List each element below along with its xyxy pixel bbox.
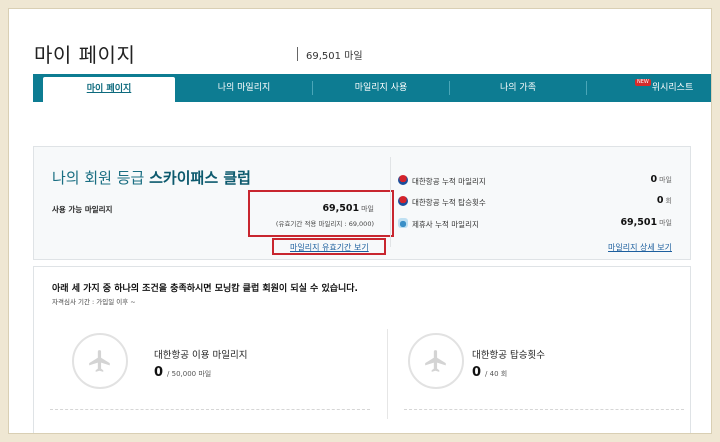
tab-label: 마이 페이지: [86, 84, 132, 94]
condition-progress-ring: [408, 333, 464, 389]
condition-value-mileage: 0/ 50,000 마일: [154, 365, 211, 380]
title-separator: [297, 47, 298, 61]
summary-row-kal-flights: 대한항공 누적 탑승횟수: [398, 196, 486, 208]
grade-title: 나의 회원 등급 스카이패스 클럽: [52, 167, 251, 188]
available-mileage-box: 69,501 마일 (유효기간 적용 마일리지 : 69,000): [248, 190, 394, 237]
summary-number: 69,501: [620, 217, 658, 228]
mileage-detail-link[interactable]: 마일리지 상세 보기: [608, 242, 672, 253]
available-mileage-value: 69,501 마일: [322, 203, 374, 214]
dashed-divider: [404, 409, 684, 410]
korean-air-logo-icon: [398, 196, 408, 206]
tab-label: 나의 마일리지: [217, 83, 271, 93]
expiry-link[interactable]: 마일리지 유효기간 보기: [290, 242, 369, 253]
page-title: 마이 페이지: [34, 43, 136, 67]
tab-mileage-use[interactable]: 마일리지 사용: [313, 74, 449, 102]
conditions-title: 아래 세 가지 중 하나의 조건을 충족하시면 모닝캄 클럽 회원이 되실 수 …: [52, 284, 358, 294]
condition-number: 0: [154, 365, 164, 380]
airplane-icon: [89, 350, 110, 372]
summary-row-partner-mileage: 제휴사 누적 마일리지: [398, 218, 479, 230]
summary-row-kal-mileage: 대한항공 누적 마일리지: [398, 175, 486, 187]
available-value-unit: 마일: [361, 205, 374, 213]
summary-value-kal-flights: 0회: [657, 195, 672, 206]
new-badge: NEW: [635, 79, 651, 86]
condition-number: 0: [472, 365, 482, 380]
summary-value-partner-mileage: 69,501 마일: [620, 217, 672, 228]
tab-label: 마일리지 사용: [354, 83, 408, 93]
tab-my-mileage[interactable]: 나의 마일리지: [176, 74, 312, 102]
panel-divider: [390, 157, 391, 247]
tab-label: 나의 가족: [500, 83, 536, 93]
condition-value-flights: 0/ 40 회: [472, 365, 507, 380]
conditions-divider: [387, 329, 388, 419]
summary-label: 대한항공 누적 탑승횟수: [412, 198, 486, 207]
conditions-panel: 아래 세 가지 중 하나의 조건을 충족하시면 모닝캄 클럽 회원이 되실 수 …: [33, 266, 691, 433]
condition-label-flights: 대한항공 탑승횟수: [472, 350, 545, 361]
tab-my-family[interactable]: 나의 가족: [450, 74, 586, 102]
available-mileage-label: 사용 가능 마일리지: [52, 205, 113, 214]
tab-my-page[interactable]: 마이 페이지: [43, 77, 175, 102]
summary-unit: 마일: [659, 176, 672, 184]
condition-progress-ring: [72, 333, 128, 389]
summary-value-kal-mileage: 0 마일: [650, 174, 672, 185]
conditions-subtitle: 자격심사 기간 : 가입일 이후 ~: [52, 298, 136, 306]
condition-target: / 40 회: [485, 370, 508, 378]
dashed-divider: [50, 409, 370, 410]
airplane-icon: [425, 350, 446, 372]
summary-unit: 마일: [659, 219, 672, 227]
summary-number: 0: [650, 174, 658, 185]
condition-label-mileage: 대한항공 이용 마일리지: [154, 350, 248, 361]
header-points: 69,501 마일: [306, 51, 363, 62]
available-value-number: 69,501: [322, 203, 360, 214]
page-frame: 마이 페이지 69,501 마일 마이 페이지 나의 마일리지 마일리지 사용 …: [8, 8, 712, 434]
expiry-note: (유효기간 적용 마일리지 : 69,000): [275, 220, 374, 228]
main-tab-bar: 마이 페이지 나의 마일리지 마일리지 사용 나의 가족 NEW위시리스트: [33, 74, 711, 102]
tab-label: 위시리스트: [651, 83, 694, 93]
summary-number: 0: [656, 195, 664, 206]
grade-title-prefix: 나의 회원 등급: [52, 169, 145, 187]
summary-label: 대한항공 누적 마일리지: [412, 177, 486, 186]
grade-panel: 나의 회원 등급 스카이패스 클럽 사용 가능 마일리지 69,501 마일 (유…: [33, 146, 691, 260]
condition-target: / 50,000 마일: [167, 370, 212, 378]
partner-icon: [398, 218, 408, 228]
korean-air-logo-icon: [398, 175, 408, 185]
summary-unit: 회: [665, 197, 672, 205]
grade-name: 스카이패스 클럽: [149, 169, 251, 187]
tab-wishlist[interactable]: NEW위시리스트: [587, 74, 711, 102]
summary-label: 제휴사 누적 마일리지: [412, 220, 479, 229]
